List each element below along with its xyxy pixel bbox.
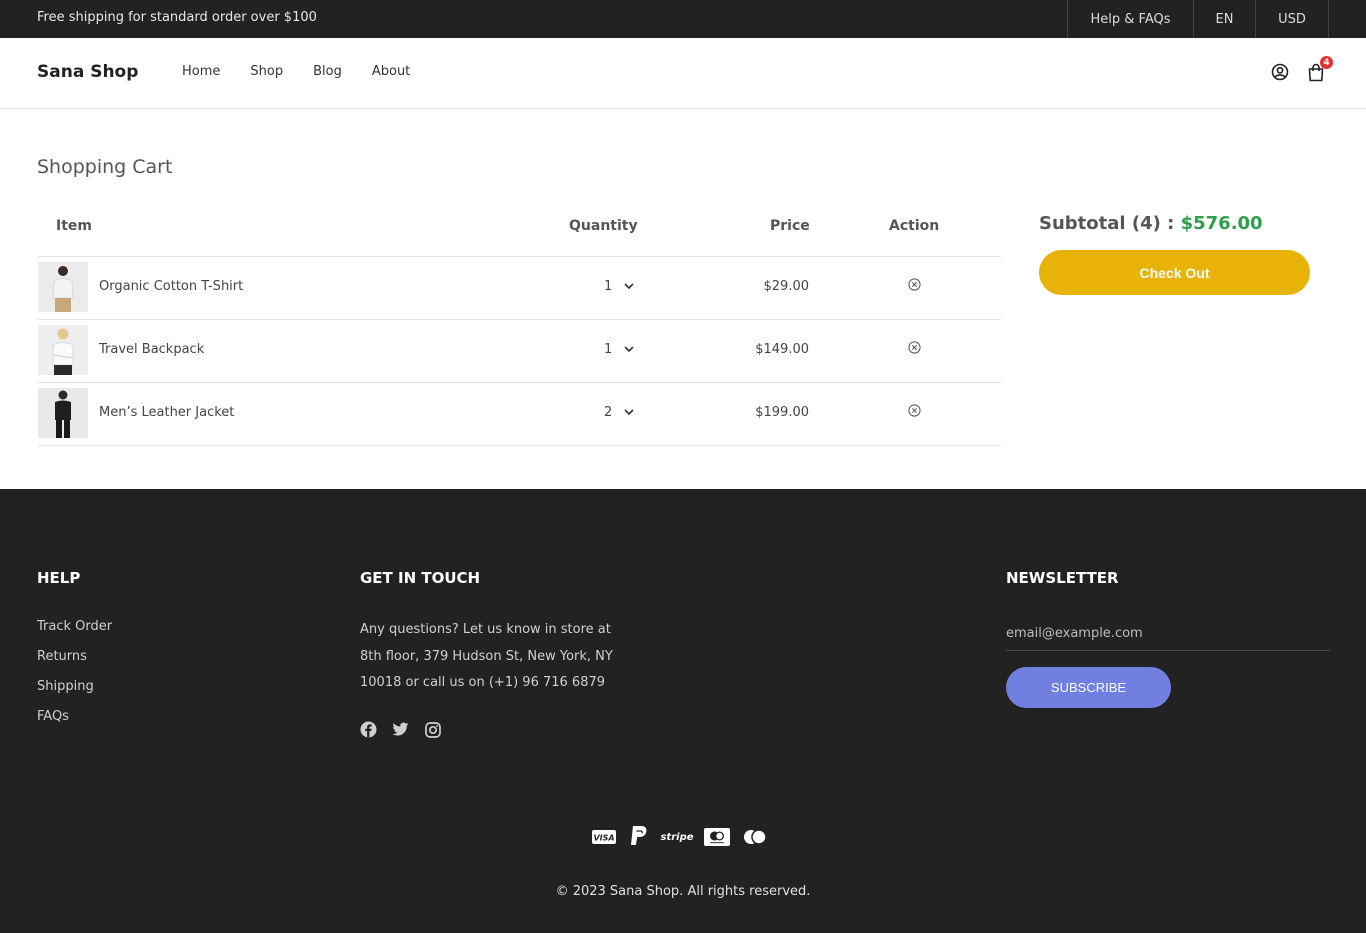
svg-text:VISA: VISA <box>593 834 614 843</box>
quantity-select[interactable]: 1 <box>604 342 634 357</box>
header-icons: 4 <box>1270 56 1333 84</box>
cart-row: Men’s Leather Jacket 2 $199.00 <box>38 383 1001 446</box>
visa-icon: VISA <box>592 827 616 847</box>
shipping-link[interactable]: Shipping <box>37 679 112 709</box>
quantity-value: 2 <box>604 405 613 420</box>
chevron-down-icon <box>624 346 634 353</box>
paypal-icon <box>628 826 650 847</box>
returns-link[interactable]: Returns <box>37 649 112 679</box>
logo[interactable]: Sana Shop <box>37 62 138 82</box>
help-faqs-link[interactable]: Help & FAQs <box>1068 0 1194 38</box>
shipping-promo: Free shipping for standard order over $1… <box>37 10 317 25</box>
remove-icon[interactable] <box>908 341 921 354</box>
top-links: Help & FAQs EN USD <box>1067 0 1329 38</box>
mastercard-alt-icon <box>742 827 768 847</box>
subtotal-separator: : <box>1167 213 1175 234</box>
shopping-bag-icon[interactable]: 4 <box>1306 56 1333 84</box>
nav-blog[interactable]: Blog <box>313 64 342 79</box>
currency-selector[interactable]: USD <box>1256 0 1329 38</box>
chevron-down-icon <box>624 409 634 416</box>
site-footer: HELP Track Order Returns Shipping FAQs G… <box>0 489 1366 933</box>
product-thumbnail[interactable] <box>38 325 88 375</box>
cart-count-badge: 4 <box>1320 56 1333 69</box>
cart-row: Organic Cotton T-Shirt 1 $29.00 <box>38 257 1001 320</box>
remove-icon[interactable] <box>908 278 921 291</box>
subtotal: Subtotal (4) : $576.00 <box>1039 213 1310 234</box>
checkout-button[interactable]: Check Out <box>1039 250 1310 295</box>
copyright: © 2023 Sana Shop. All rights reserved. <box>555 884 811 899</box>
track-order-link[interactable]: Track Order <box>37 619 112 649</box>
help-links: Track Order Returns Shipping FAQs <box>37 619 112 739</box>
help-heading: HELP <box>37 569 81 587</box>
contact-text: Any questions? Let us know in store at 8… <box>360 622 613 690</box>
product-price: $29.00 <box>763 279 810 294</box>
nav-about[interactable]: About <box>372 64 410 79</box>
site-header: Sana Shop Home Shop Blog About 4 <box>0 38 1366 109</box>
mastercard-icon <box>704 827 730 847</box>
quantity-select[interactable]: 1 <box>604 279 634 294</box>
quantity-value: 1 <box>604 342 613 357</box>
quantity-select[interactable]: 2 <box>604 405 634 420</box>
quantity-value: 1 <box>604 279 613 294</box>
product-name[interactable]: Organic Cotton T-Shirt <box>99 279 243 294</box>
nav-home[interactable]: Home <box>182 64 220 79</box>
nav-shop[interactable]: Shop <box>250 64 283 79</box>
column-action: Action <box>889 218 940 234</box>
column-price: Price <box>770 218 810 234</box>
product-name[interactable]: Travel Backpack <box>99 342 204 357</box>
newsletter-email-input[interactable] <box>1006 617 1330 651</box>
faqs-link[interactable]: FAQs <box>37 709 112 739</box>
user-icon[interactable] <box>1270 60 1290 84</box>
product-name[interactable]: Men’s Leather Jacket <box>99 405 234 420</box>
cart-row: Travel Backpack 1 $149.00 <box>38 320 1001 383</box>
cart-table: Item Quantity Price Action Organic Cotto… <box>38 200 1001 446</box>
instagram-icon[interactable] <box>424 721 441 738</box>
main-nav: Home Shop Blog About <box>182 64 440 79</box>
cart-summary: Subtotal (4) : $576.00 Check Out <box>1039 213 1310 295</box>
subtotal-count: (4) <box>1131 213 1161 234</box>
get-in-touch-heading: GET IN TOUCH <box>360 569 481 587</box>
product-thumbnail[interactable] <box>38 262 88 312</box>
chevron-down-icon <box>624 283 634 290</box>
payment-methods: VISA stripe <box>592 826 768 847</box>
remove-icon[interactable] <box>908 404 921 417</box>
stripe-icon: stripe <box>660 831 694 843</box>
subscribe-button[interactable]: SUBSCRIBE <box>1006 667 1171 708</box>
subtotal-amount: $576.00 <box>1180 213 1263 234</box>
top-bar: Free shipping for standard order over $1… <box>0 0 1366 38</box>
product-thumbnail[interactable] <box>38 388 88 438</box>
newsletter-heading: NEWSLETTER <box>1006 569 1119 587</box>
product-price: $199.00 <box>755 405 809 420</box>
subtotal-label: Subtotal <box>1039 213 1126 234</box>
page-title: Shopping Cart <box>37 156 173 178</box>
twitter-icon[interactable] <box>392 721 409 738</box>
language-selector[interactable]: EN <box>1194 0 1256 38</box>
column-item: Item <box>56 218 92 234</box>
facebook-icon[interactable] <box>360 721 377 738</box>
social-links <box>360 721 441 738</box>
cart-table-header: Item Quantity Price Action <box>38 200 1001 257</box>
product-price: $149.00 <box>755 342 809 357</box>
column-quantity: Quantity <box>569 218 638 234</box>
